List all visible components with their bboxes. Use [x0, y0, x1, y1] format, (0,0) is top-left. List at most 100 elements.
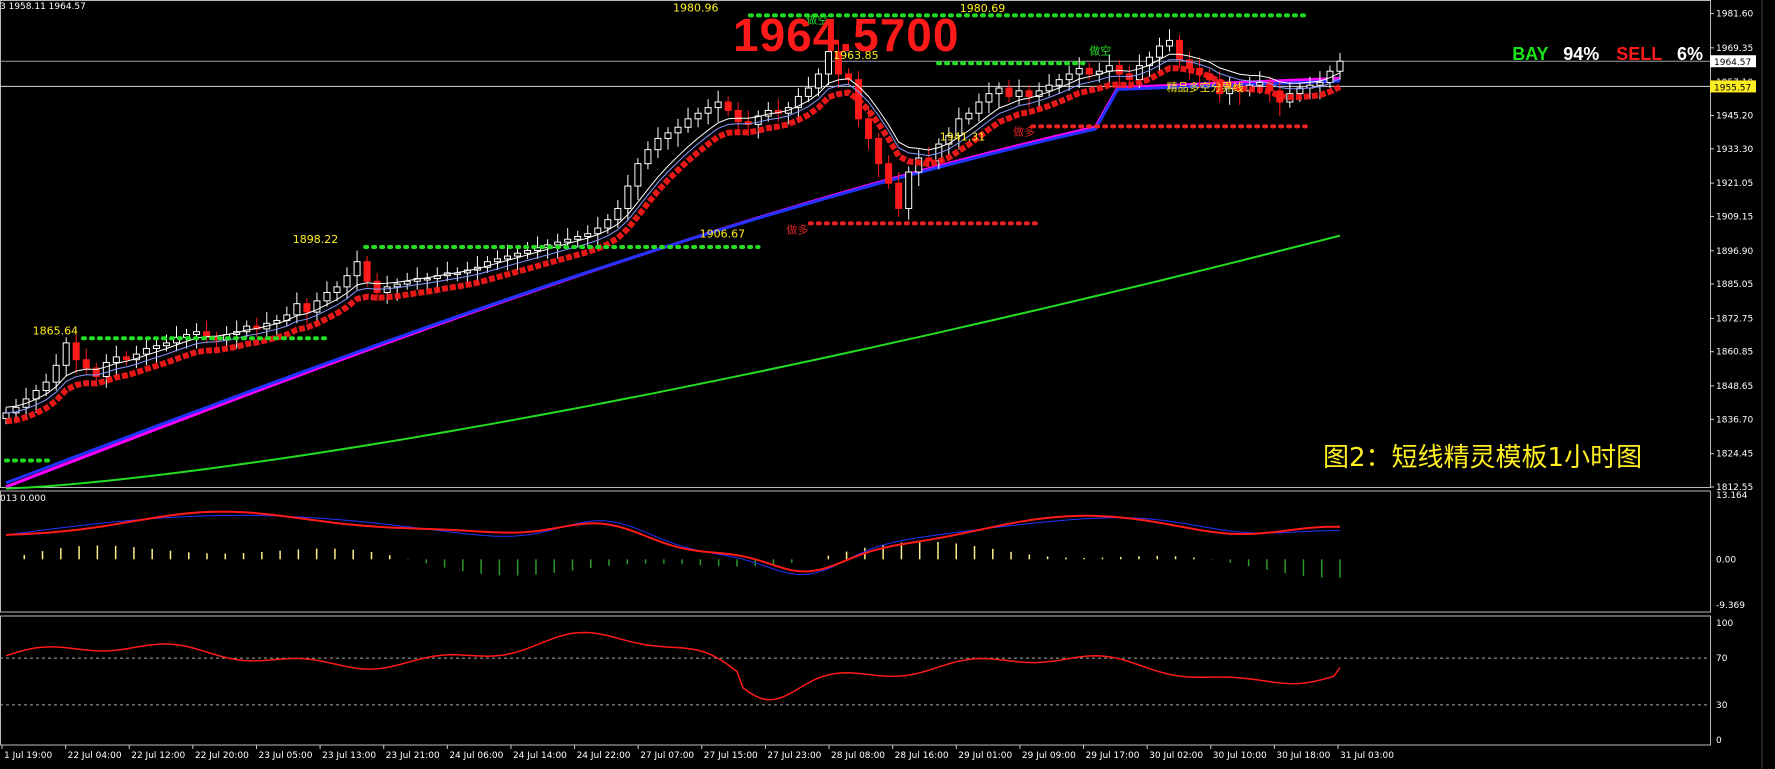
candle — [52, 364, 60, 383]
x-tick-label: 29 Jul 09:00 — [1022, 751, 1076, 761]
moving-average-line — [5, 234, 1341, 490]
x-tick-label: 24 Jul 06:00 — [449, 751, 503, 761]
y-tick-label: 1848.65 — [1716, 382, 1753, 392]
candle — [1256, 81, 1264, 86]
candle — [363, 261, 371, 282]
macd-signal-line — [5, 510, 1341, 573]
candle — [82, 359, 90, 369]
candle — [995, 87, 1003, 95]
candle — [102, 362, 110, 378]
macd-y-tick-label: -9.369 — [1716, 601, 1745, 611]
level-label: 1980.69 — [960, 2, 1006, 15]
buy-percent: 94% — [1563, 44, 1600, 64]
fast-ma-line — [5, 59, 1341, 414]
candle — [1155, 45, 1163, 58]
candle — [343, 275, 351, 288]
price-tag-label: 1955.57 — [1714, 83, 1751, 93]
candle — [493, 258, 501, 263]
candle — [714, 101, 722, 109]
x-tick-label: 24 Jul 14:00 — [513, 751, 567, 761]
main-panel-frame — [0, 0, 1711, 488]
chart-annotation: 做空 — [1089, 43, 1111, 57]
candle — [734, 109, 742, 123]
candle — [504, 255, 512, 260]
candle — [634, 163, 642, 187]
x-tick-label: 30 Jul 10:00 — [1213, 751, 1267, 761]
candle — [975, 101, 983, 114]
level-label: 1941.31 — [940, 130, 986, 143]
rsi-y-tick-label: 0 — [1716, 736, 1722, 746]
candle — [1316, 81, 1324, 86]
buy-label: BAY — [1512, 44, 1549, 64]
rsi-y-tick-label: 30 — [1716, 701, 1728, 711]
candle — [72, 342, 80, 361]
candle — [1165, 39, 1173, 47]
candle — [1065, 73, 1073, 81]
candle — [514, 252, 522, 257]
rsi-y-tick-label: 100 — [1716, 619, 1733, 629]
candle — [42, 381, 50, 392]
candle — [985, 93, 993, 103]
candle — [142, 347, 150, 355]
chart-annotation: 精品多空分界线 — [1167, 80, 1244, 94]
sell-label: SELL — [1616, 44, 1662, 64]
x-tick-label: 30 Jul 18:00 — [1276, 751, 1330, 761]
candle — [965, 112, 973, 120]
candle — [1025, 90, 1033, 97]
y-tick-label: 1933.30 — [1716, 145, 1753, 155]
y-tick-label: 1872.75 — [1716, 314, 1753, 324]
macd-panel-frame — [0, 490, 1711, 613]
candle — [624, 185, 632, 209]
x-tick-label: 27 Jul 23:00 — [767, 751, 821, 761]
level-label: 1898.22 — [293, 233, 339, 246]
moving-average-line — [5, 79, 1341, 485]
candle — [564, 238, 572, 243]
candle — [1105, 65, 1113, 72]
ema-line — [5, 53, 1341, 408]
candle — [193, 331, 201, 335]
candle — [905, 171, 913, 209]
x-tick-label: 31 Jul 03:00 — [1340, 751, 1394, 761]
moving-average-line — [5, 76, 1341, 489]
candle — [814, 73, 822, 89]
y-tick-label: 1824.45 — [1716, 450, 1753, 460]
candle — [1005, 87, 1013, 97]
candle — [373, 280, 381, 293]
candle — [403, 280, 411, 285]
candle — [112, 356, 120, 364]
y-tick-label: 1909.15 — [1716, 212, 1753, 222]
candle — [574, 235, 582, 240]
candle — [1015, 90, 1023, 97]
macd-y-tick-label: 13.164 — [1716, 491, 1748, 501]
rsi-panel-frame — [0, 615, 1711, 746]
candle — [644, 149, 652, 165]
x-tick-label: 22 Jul 20:00 — [195, 751, 249, 761]
x-tick-label: 28 Jul 08:00 — [831, 751, 885, 761]
price-chart: 1981.601969.351957.101945.201933.301921.… — [0, 0, 1763, 769]
macd-label: 013 0.000 — [0, 494, 46, 504]
candle — [614, 207, 622, 221]
x-tick-label: 30 Jul 02:00 — [1149, 751, 1203, 761]
level-label: 1980.96 — [673, 1, 719, 14]
candle — [323, 291, 331, 302]
y-tick-label: 1969.35 — [1716, 44, 1753, 54]
y-tick-label: 1896.90 — [1716, 247, 1753, 257]
y-tick-label: 1921.05 — [1716, 179, 1753, 189]
chart-annotation: 做多 — [1013, 125, 1035, 139]
candle — [1085, 67, 1093, 75]
candle — [1176, 39, 1184, 61]
x-tick-label: 29 Jul 01:00 — [958, 751, 1012, 761]
candle — [62, 342, 70, 366]
candle — [524, 249, 532, 254]
candle — [654, 137, 662, 151]
buy-sell-ratio: BAY 94% SELL 6% — [1512, 44, 1715, 65]
candle — [1075, 67, 1083, 75]
x-tick-label: 22 Jul 04:00 — [68, 751, 122, 761]
y-tick-label: 1981.60 — [1716, 10, 1753, 20]
x-tick-label: 1 Jul 19:00 — [4, 751, 53, 761]
candle — [554, 241, 562, 246]
y-tick-label: 1860.85 — [1716, 348, 1753, 358]
candle — [162, 342, 170, 347]
chart-annotation: 做多 — [786, 223, 808, 237]
candle — [383, 286, 391, 293]
